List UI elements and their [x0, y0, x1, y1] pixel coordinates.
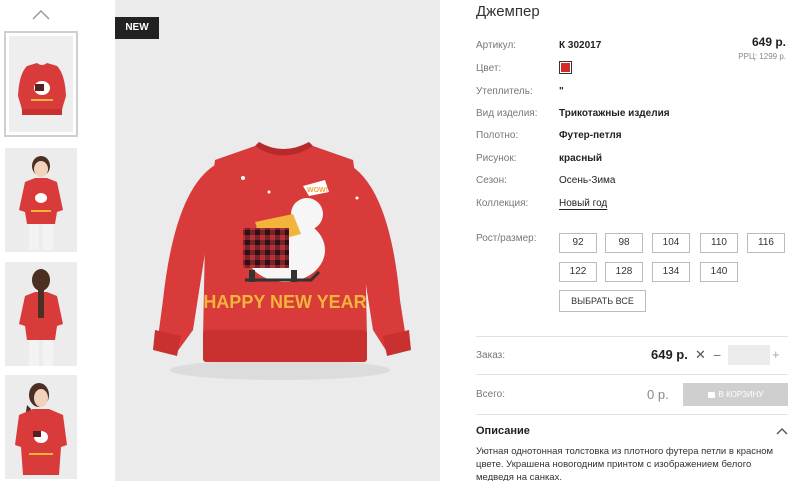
divider: [476, 414, 788, 415]
quantity-input[interactable]: [728, 345, 770, 365]
add-to-cart-button[interactable]: В КОРЗИНУ: [683, 383, 788, 406]
sweater-illustration: WOW! HAPPY NEW YEAR: [153, 142, 411, 380]
divider: [476, 374, 788, 375]
size-label: Рост/размер:: [476, 233, 537, 244]
cart-icon: [707, 391, 715, 398]
print-text: HAPPY NEW YEAR: [203, 292, 366, 312]
decrement-button[interactable]: −: [713, 347, 721, 363]
size-128[interactable]: 128: [605, 262, 643, 282]
attr-color: Цвет:: [476, 61, 800, 79]
thumbnail-3[interactable]: [5, 262, 77, 366]
size-98[interactable]: 98: [605, 233, 643, 253]
color-swatch[interactable]: [559, 61, 572, 74]
chevron-up-icon[interactable]: [31, 8, 51, 20]
attr-collection: Коллекция: Новый год: [476, 198, 608, 209]
total-label: Всего:: [476, 389, 505, 400]
description-title[interactable]: Описание: [476, 425, 530, 437]
size-104[interactable]: 104: [652, 233, 690, 253]
svg-text:WOW!: WOW!: [307, 187, 328, 194]
multiply-icon: ✕: [695, 347, 706, 362]
product-main-image[interactable]: NEW crockid WOW! HAPPY NEW YEAR: [115, 0, 440, 481]
thumbnail-4[interactable]: [5, 375, 77, 479]
product-title: Джемпер: [476, 3, 540, 20]
product-details: Джемпер 649 р. РРЦ: 1299 р. Артикул: К 3…: [476, 0, 800, 481]
increment-button[interactable]: +: [772, 347, 780, 362]
divider: [476, 336, 788, 337]
thumbnail-2[interactable]: [5, 148, 77, 252]
description-text: Уютная однотонная толстовка из плотного …: [476, 446, 774, 481]
attr-article: Артикул: К 302017: [476, 40, 602, 51]
attr-type: Вид изделия: Трикотажные изделия: [476, 108, 670, 119]
chevron-up-icon[interactable]: [776, 426, 788, 436]
attr-fabric: Полотно: Футер-петля: [476, 130, 622, 141]
attr-pattern: Рисунок: красный: [476, 153, 602, 164]
attr-insulation: Утеплитель: ": [476, 86, 564, 97]
thumbnail-1[interactable]: [4, 31, 78, 137]
size-134[interactable]: 134: [652, 262, 690, 282]
size-140[interactable]: 140: [700, 262, 738, 282]
thumbnail-strip: [0, 0, 82, 481]
order-price: 649 р.: [651, 347, 688, 362]
order-label: Заказ:: [476, 350, 506, 361]
size-92[interactable]: 92: [559, 233, 597, 253]
attr-season: Сезон: Осень-Зима: [476, 175, 616, 186]
collection-link[interactable]: Новый год: [559, 198, 607, 209]
total-value: 0 р.: [647, 387, 669, 402]
size-116[interactable]: 116: [747, 233, 785, 253]
size-110[interactable]: 110: [700, 233, 738, 253]
size-122[interactable]: 122: [559, 262, 597, 282]
select-all-sizes-button[interactable]: ВЫБРАТЬ ВСЕ: [559, 290, 646, 312]
